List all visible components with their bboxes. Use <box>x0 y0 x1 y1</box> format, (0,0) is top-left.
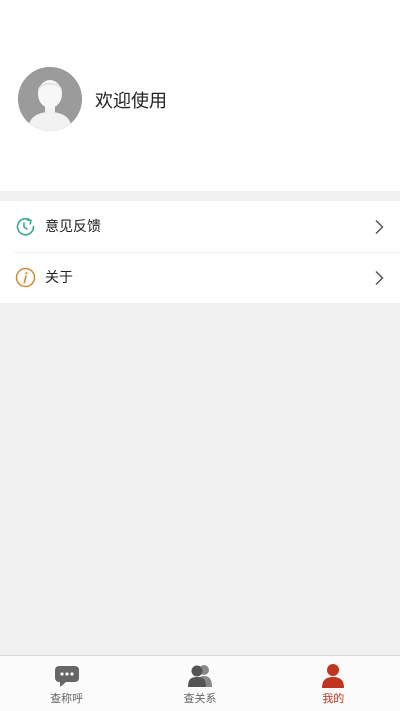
profile-header: 欢迎使用 <box>0 0 400 191</box>
tab-guanxi[interactable]: 查关系 <box>133 656 266 711</box>
menu-item-about[interactable]: 关于 <box>0 252 400 303</box>
welcome-text: 欢迎使用 <box>95 91 167 112</box>
user-avatar-icon[interactable] <box>18 67 82 131</box>
tab-label: 查关系 <box>183 692 217 705</box>
tab-wode[interactable]: 我的 <box>267 656 400 711</box>
menu-item-about-label: 关于 <box>45 270 73 286</box>
chat-bubble-icon <box>54 666 79 687</box>
info-icon <box>15 267 36 288</box>
bottom-tab-bar: 查称呼 查关系 我的 <box>0 655 400 711</box>
chevron-right-icon <box>375 219 384 235</box>
tab-label: 我的 <box>322 692 345 705</box>
tab-chenghu[interactable]: 查称呼 <box>0 656 133 711</box>
tab-label: 查称呼 <box>50 692 84 705</box>
person-icon <box>322 664 345 688</box>
chevron-right-icon <box>375 270 384 286</box>
menu-item-feedback-label: 意见反馈 <box>45 219 101 235</box>
feedback-refresh-icon <box>16 217 35 236</box>
menu-item-feedback[interactable]: 意见反馈 <box>0 201 400 252</box>
settings-menu: 意见反馈 关于 <box>0 201 400 303</box>
users-icon <box>187 665 212 687</box>
